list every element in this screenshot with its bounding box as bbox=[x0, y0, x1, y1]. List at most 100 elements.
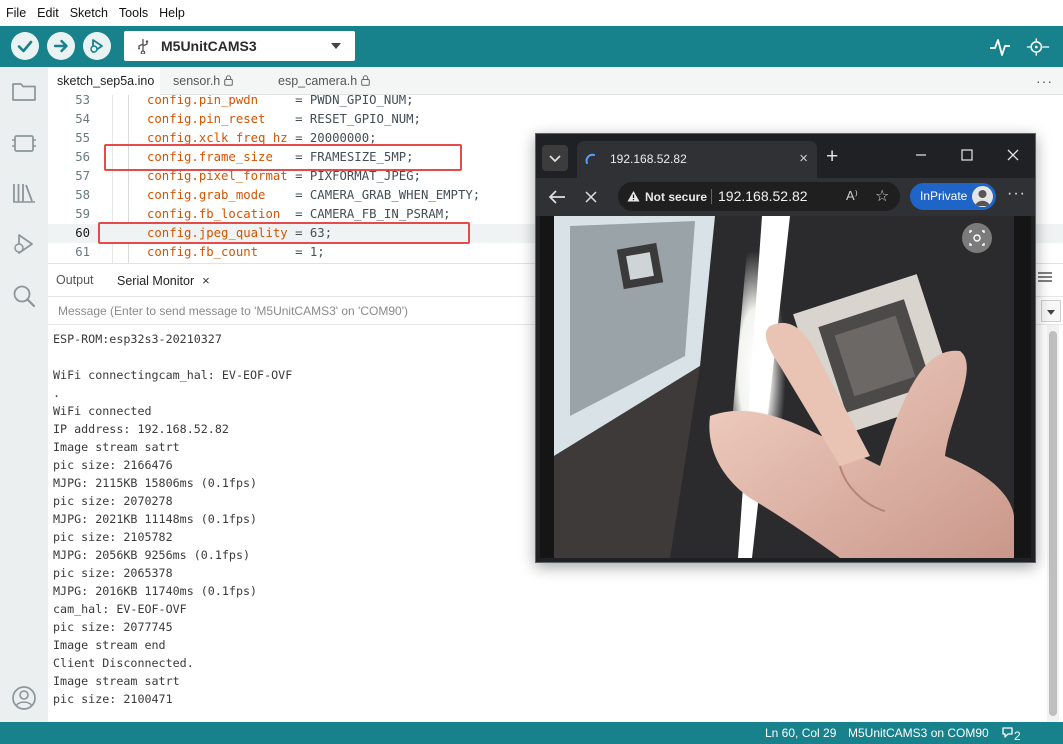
minimize-icon[interactable] bbox=[914, 148, 928, 162]
serial-line: Image stream satrt bbox=[53, 674, 180, 688]
serial-line: pic size: 2070278 bbox=[53, 494, 173, 508]
tab-sketch[interactable]: sketch_sep5a.ino bbox=[48, 67, 160, 95]
browser-address-bar: Not secure 192.168.52.82 A⁾ ☆ InPrivate … bbox=[536, 178, 1035, 216]
inprivate-badge[interactable]: InPrivate bbox=[910, 183, 996, 210]
serial-monitor-icon[interactable] bbox=[1026, 35, 1050, 59]
check-icon bbox=[17, 40, 33, 53]
board-selector[interactable]: M5UnitCAMS3 bbox=[124, 31, 355, 61]
browser-menu-icon[interactable]: ··· bbox=[1007, 185, 1026, 203]
highlight-jpeg-quality bbox=[98, 222, 470, 244]
not-secure-label[interactable]: Not secure bbox=[645, 190, 707, 204]
search-icon[interactable] bbox=[10, 282, 38, 310]
debug-icon bbox=[90, 39, 103, 53]
code-text: config.grab_mode = CAMERA_GRAB_WHEN_EMPT… bbox=[147, 186, 480, 205]
line-number: 57 bbox=[75, 169, 90, 183]
tab-output[interactable]: Output bbox=[56, 273, 94, 287]
tab-sensor-h[interactable]: sensor.h bbox=[173, 67, 253, 95]
line-number: 54 bbox=[75, 112, 90, 126]
account-icon[interactable] bbox=[10, 684, 38, 712]
code-keyword: config.fb_location bbox=[147, 207, 281, 221]
library-manager-icon[interactable] bbox=[10, 179, 38, 207]
menu-file[interactable]: File bbox=[6, 6, 26, 20]
serial-line: MJPG: 2016KB 11740ms (0.1fps) bbox=[53, 584, 258, 598]
avatar bbox=[972, 186, 993, 207]
debug-button[interactable] bbox=[83, 32, 111, 60]
panel-menu-icon[interactable] bbox=[1037, 271, 1053, 285]
url-text[interactable]: 192.168.52.82 bbox=[718, 188, 808, 204]
code-line[interactable]: 53 config.pin_pwdn = PWDN_GPIO_NUM; bbox=[48, 95, 1063, 110]
tab-serial-monitor[interactable]: Serial Monitor × bbox=[117, 273, 210, 288]
serial-line: ESP-ROM:esp32s3-20210327 bbox=[53, 332, 222, 346]
code-keyword: config.fb_count bbox=[147, 245, 259, 259]
board-manager-icon[interactable] bbox=[10, 129, 38, 157]
editor-tabs: sketch_sep5a.ino sensor.h esp_camera.h ·… bbox=[48, 67, 1063, 95]
code-line[interactable]: 54 config.pin_reset = RESET_GPIO_NUM; bbox=[48, 110, 1063, 129]
code-value: = RESET_GPIO_NUM; bbox=[265, 112, 421, 126]
verify-button[interactable] bbox=[11, 32, 39, 60]
status-bar: Ln 60, Col 29 M5UnitCAMS3 on COM90 2 bbox=[0, 722, 1063, 744]
code-text: config.pin_reset = RESET_GPIO_NUM; bbox=[147, 110, 421, 129]
serial-line: MJPG: 2021KB 11148ms (0.1fps) bbox=[53, 512, 258, 526]
code-keyword: config.xclk_freq_hz bbox=[147, 131, 288, 145]
capture-button[interactable] bbox=[962, 223, 992, 253]
lock-icon bbox=[361, 75, 371, 86]
board-port-status[interactable]: M5UnitCAMS3 on COM90 bbox=[848, 726, 989, 740]
scrollbar-thumb[interactable] bbox=[1049, 331, 1057, 716]
url-box[interactable]: Not secure 192.168.52.82 A⁾ ☆ bbox=[618, 182, 900, 211]
tab-esp-camera-h[interactable]: esp_camera.h bbox=[278, 67, 388, 95]
serial-line: pic size: 2100471 bbox=[53, 692, 173, 706]
line-ending-dropdown[interactable] bbox=[1041, 300, 1061, 322]
read-aloud-icon[interactable]: A⁾ bbox=[846, 188, 858, 204]
code-value: = PIXFORMAT_JPEG; bbox=[287, 169, 421, 183]
browser-tab-title: 192.168.52.82 bbox=[610, 152, 687, 166]
serial-scrollbar[interactable] bbox=[1047, 325, 1059, 722]
profile-icon bbox=[975, 190, 990, 206]
line-number: 55 bbox=[75, 131, 90, 145]
notification-indicator[interactable]: 2 bbox=[1001, 725, 1021, 743]
new-tab-button[interactable]: + bbox=[826, 145, 838, 169]
debug-sidebar-icon[interactable] bbox=[10, 230, 38, 258]
line-number: 61 bbox=[75, 245, 90, 259]
serial-line: MJPG: 2056KB 9256ms (0.1fps) bbox=[53, 548, 251, 562]
camera-stream-view bbox=[540, 216, 1031, 558]
serial-line: Image stream satrt bbox=[53, 440, 180, 454]
activity-sidebar bbox=[0, 67, 48, 722]
upload-button[interactable] bbox=[47, 32, 75, 60]
stop-loading-icon[interactable] bbox=[584, 190, 598, 204]
serial-line: Client Disconnected. bbox=[53, 656, 194, 670]
favorite-star-icon[interactable]: ☆ bbox=[875, 186, 889, 206]
tab-actions-button[interactable] bbox=[542, 145, 568, 171]
serial-line: . bbox=[53, 386, 61, 400]
menu-tools[interactable]: Tools bbox=[119, 6, 148, 20]
serial-line: MJPG: 2115KB 15806ms (0.1fps) bbox=[53, 476, 258, 490]
camera-frame-image bbox=[540, 216, 1031, 558]
serial-line: WiFi connected bbox=[53, 404, 152, 418]
code-keyword: config.grab_mode bbox=[147, 188, 266, 202]
folder-icon[interactable] bbox=[10, 77, 38, 105]
window-close-icon[interactable] bbox=[1006, 148, 1020, 162]
menu-help[interactable]: Help bbox=[159, 6, 185, 20]
chevron-down-icon bbox=[331, 43, 341, 49]
line-number: 56 bbox=[75, 150, 90, 164]
close-tab-icon[interactable]: × bbox=[799, 150, 808, 167]
menu-sketch[interactable]: Sketch bbox=[70, 6, 108, 20]
warning-icon bbox=[627, 191, 640, 202]
line-number: 53 bbox=[75, 95, 90, 107]
serial-line: WiFi connectingcam_hal: EV-EOF-OVF bbox=[53, 368, 293, 382]
back-arrow-icon[interactable] bbox=[547, 188, 567, 206]
close-icon[interactable]: × bbox=[202, 273, 210, 288]
maximize-icon[interactable] bbox=[960, 148, 974, 162]
code-value: = 1; bbox=[258, 245, 325, 259]
code-keyword: config.pin_reset bbox=[147, 112, 266, 126]
serial-line: pic size: 2077745 bbox=[53, 620, 173, 634]
tab-label: esp_camera.h bbox=[278, 74, 358, 88]
highlight-frame-size bbox=[104, 144, 462, 171]
usb-icon bbox=[138, 39, 149, 54]
code-text: config.pin_pwdn = PWDN_GPIO_NUM; bbox=[147, 95, 414, 110]
menu-edit[interactable]: Edit bbox=[37, 6, 59, 20]
code-keyword: config.pixel_format bbox=[147, 169, 288, 183]
browser-tab[interactable]: 192.168.52.82 × bbox=[577, 141, 817, 178]
tabs-more-icon[interactable]: ··· bbox=[1036, 73, 1053, 89]
serial-line: IP address: 192.168.52.82 bbox=[53, 422, 229, 436]
serial-plotter-icon[interactable] bbox=[988, 35, 1012, 59]
